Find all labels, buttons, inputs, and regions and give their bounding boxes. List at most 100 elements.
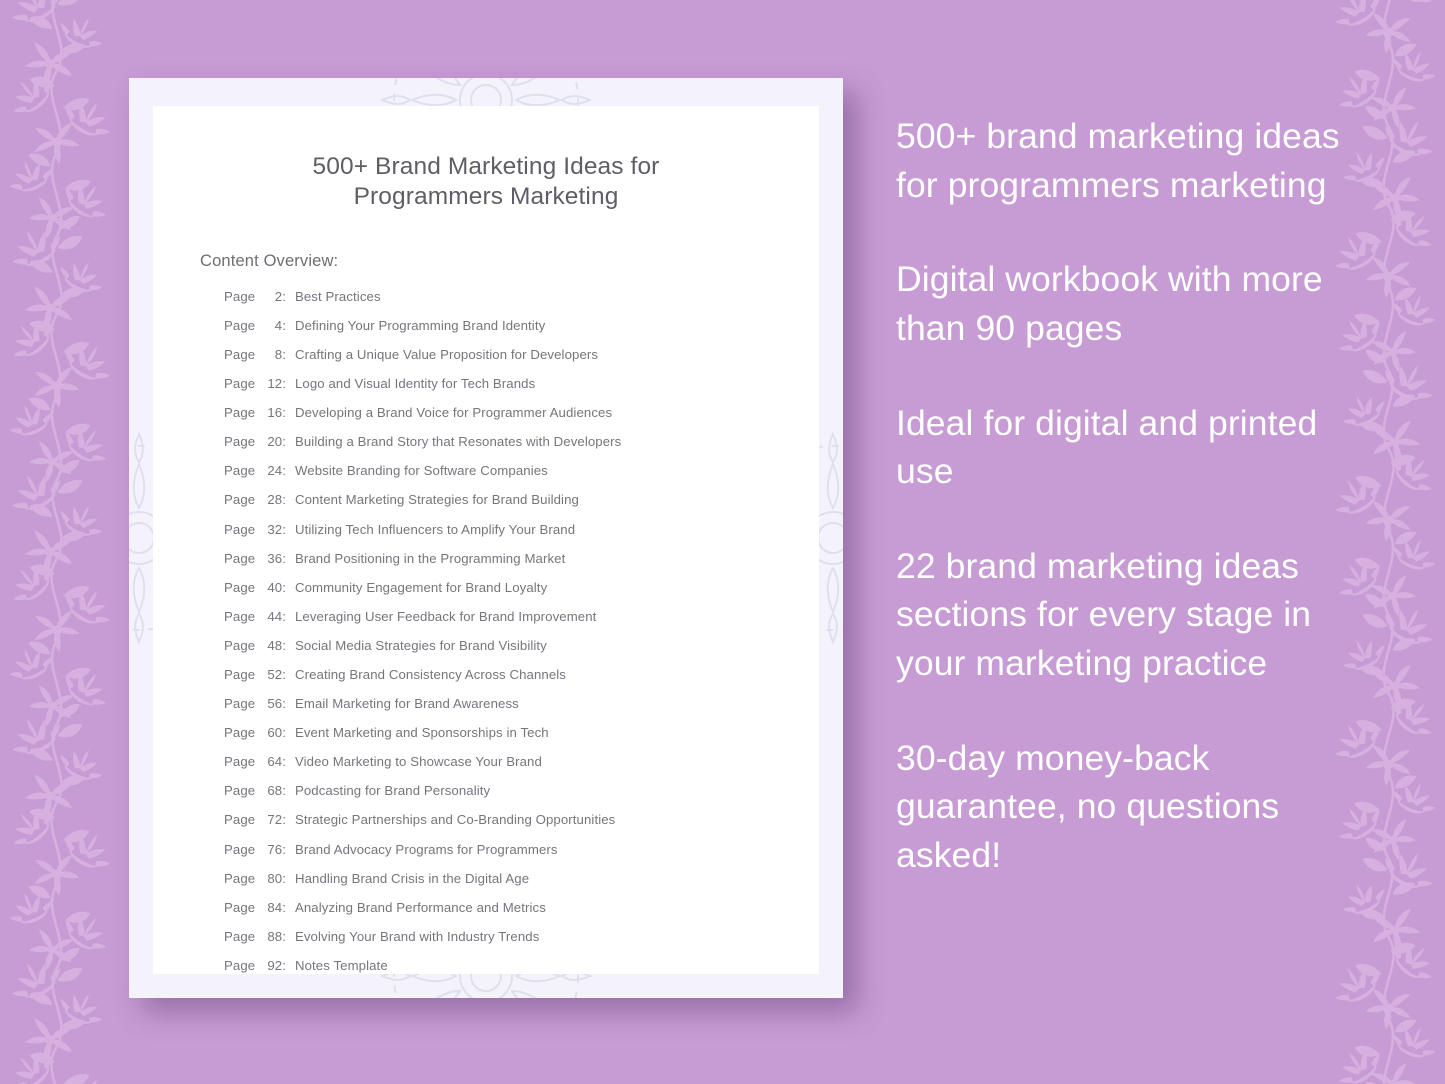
table-of-contents-row[interactable]: Page 48: Social Media Strategies for Brand… [224,638,777,667]
toc-page-label: Page [224,754,256,770]
toc-colon: : [282,928,286,944]
toc-colon: : [282,492,286,508]
toc-page-number: 48 [267,637,283,653]
promo-column: 500+ brand marketing ideas for programme… [896,112,1348,880]
toc-colon: : [282,783,286,799]
table-of-contents-row[interactable]: Page 52: Creating Brand Consistency Across… [224,667,777,696]
toc-page-number: 68 [267,783,283,799]
table-of-contents-row[interactable]: Page 44: Leveraging User Feedback for Bran… [224,609,777,638]
toc-colon: : [282,434,286,450]
promo-text-block: 500+ brand marketing ideas for programme… [896,116,1340,205]
toc-page-number: 84 [267,899,283,915]
toc-page-number: 92 [267,957,283,973]
toc-page-number: 36 [267,550,283,566]
toc-colon: : [282,288,286,304]
toc-page-number: 16 [267,405,283,421]
toc-entry-title: Handling Brand Crisis in the Digital Age [294,870,530,886]
document-preview-card[interactable]: 500+ Brand Marketing Ideas for Programme… [129,78,843,998]
toc-page-label: Page [224,696,256,712]
table-of-contents-list: Page 2: Best Practices Page 4: Defining Your … [224,289,777,987]
toc-page-label: Page [224,899,256,915]
toc-entry-title: Leveraging User Feedback for Brand Impro… [294,608,597,624]
toc-colon: : [282,666,286,682]
toc-page-number: 4 [274,317,283,333]
table-of-contents-row[interactable]: Page 8: Crafting a Unique Value Propositio… [224,347,777,376]
table-of-contents-row[interactable]: Page 36: Brand Positioning in the Programm… [224,551,777,580]
toc-colon: : [282,346,286,362]
table-of-contents-row[interactable]: Page 60: Event Marketing and Sponsorships … [224,725,777,754]
toc-colon: : [282,870,286,886]
toc-page-label: Page [224,608,256,624]
table-of-contents-row[interactable]: Page 28: Content Marketing Strategies for … [224,492,777,521]
table-of-contents-row[interactable]: Page 64: Video Marketing to Showcase Your … [224,754,777,783]
table-of-contents-row[interactable]: Page 76: Brand Advocacy Programs for Progr… [224,842,777,871]
toc-page-number: 24 [267,463,283,479]
table-of-contents-row[interactable]: Page 24: Website Branding for Software Com… [224,463,777,492]
toc-entry-title: Video Marketing to Showcase Your Brand [294,754,542,770]
toc-page-label: Page [224,550,256,566]
floral-vine-ornament-left [0,0,118,1084]
table-of-contents-row[interactable]: Page 80: Handling Brand Crisis in the Digi… [224,871,777,900]
content-overview-heading: Content Overview: [200,251,339,270]
toc-colon: : [282,637,286,653]
toc-page-number: 52 [267,666,283,682]
toc-entry-title: Logo and Visual Identity for Tech Brands [294,376,536,392]
table-of-contents-row[interactable]: Page 20: Building a Brand Story that Reson… [224,434,777,463]
toc-page-label: Page [224,928,256,944]
table-of-contents-row[interactable]: Page 88: Evolving Your Brand with Industry… [224,929,777,958]
toc-entry-title: Email Marketing for Brand Awareness [294,696,519,712]
toc-page-label: Page [224,812,256,828]
table-of-contents-row[interactable]: Page 32: Utilizing Tech Influencers to Amp… [224,522,777,551]
toc-page-number: 12 [267,376,283,392]
toc-entry-title: Strategic Partnerships and Co-Branding O… [294,812,616,828]
table-of-contents-row[interactable]: Page 16: Developing a Brand Voice for Prog… [224,405,777,434]
toc-page-number: 56 [267,696,283,712]
toc-entry-title: Brand Positioning in the Programming Mar… [294,550,566,566]
table-of-contents-row[interactable]: Page 4: Defining Your Programming Brand Id… [224,318,777,347]
table-of-contents-row[interactable]: Page 56: Email Marketing for Brand Awarene… [224,696,777,725]
table-of-contents-row[interactable]: Page 40: Community Engagement for Brand Lo… [224,580,777,609]
toc-entry-title: Best Practices [294,288,381,304]
toc-page-number: 20 [267,434,283,450]
toc-entry-title: Community Engagement for Brand Loyalty [294,579,548,595]
toc-colon: : [282,841,286,857]
toc-colon: : [282,812,286,828]
toc-colon: : [282,899,286,915]
toc-entry-title: Content Marketing Strategies for Brand B… [294,492,579,508]
promo-text-block: 30-day money-back guarantee, no question… [896,737,1280,875]
table-of-contents-row[interactable]: Page 68: Podcasting for Brand Personality [224,783,777,812]
toc-page-number: 60 [267,725,283,741]
table-of-contents-row[interactable]: Page 92: Notes Template [224,958,777,987]
toc-entry-title: Utilizing Tech Influencers to Amplify Yo… [294,521,576,537]
toc-entry-title: Podcasting for Brand Personality [294,783,491,799]
toc-page-number: 44 [267,608,283,624]
toc-page-label: Page [224,841,256,857]
toc-page-number: 40 [267,579,283,595]
toc-page-number: 88 [267,928,283,944]
toc-page-number: 8 [274,346,283,362]
toc-page-label: Page [224,666,256,682]
toc-colon: : [282,550,286,566]
toc-page-label: Page [224,579,256,595]
toc-entry-title: Defining Your Programming Brand Identity [294,317,546,333]
table-of-contents-row[interactable]: Page 2: Best Practices [224,289,777,318]
table-of-contents-row[interactable]: Page 84: Analyzing Brand Performance and M… [224,900,777,929]
toc-entry-title: Notes Template [294,957,388,973]
toc-colon: : [282,317,286,333]
promo-text-block: Ideal for digital and printed use [896,402,1318,492]
toc-page-label: Page [224,637,256,653]
toc-page-number: 28 [267,492,283,508]
toc-entry-title: Developing a Brand Voice for Programmer … [294,405,613,421]
toc-page-number: 32 [267,521,283,537]
document-page: 500+ Brand Marketing Ideas for Programme… [153,106,819,974]
toc-entry-title: Building a Brand Story that Resonates wi… [294,434,622,450]
toc-entry-title: Website Branding for Software Companies [294,463,548,479]
table-of-contents-row[interactable]: Page 72: Strategic Partnerships and Co-Bra… [224,812,777,841]
toc-colon: : [282,608,286,624]
toc-entry-title: Social Media Strategies for Brand Visibi… [294,637,547,653]
table-of-contents-row[interactable]: Page 12: Logo and Visual Identity for Tech… [224,376,777,405]
toc-colon: : [282,957,286,973]
toc-page-label: Page [224,434,256,450]
promo-text-block: Digital workbook with more than 90 pages [896,259,1323,348]
toc-page-label: Page [224,870,256,886]
